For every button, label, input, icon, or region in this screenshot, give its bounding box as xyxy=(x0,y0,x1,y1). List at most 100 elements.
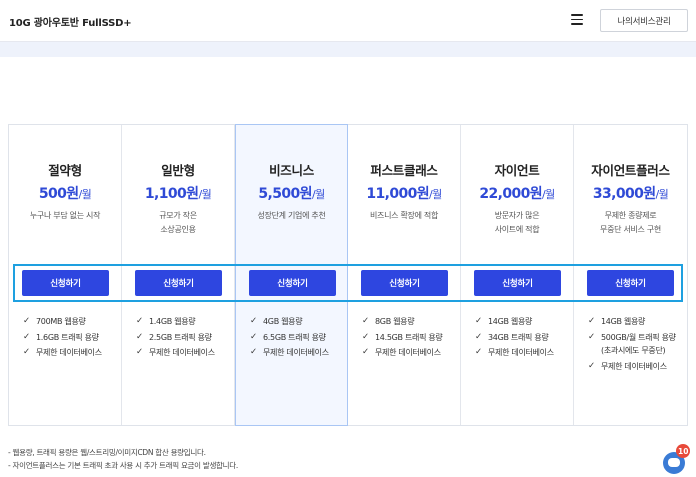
desc-line: 무제한 종량제로 xyxy=(604,211,657,220)
check-icon: ✓ xyxy=(250,331,257,342)
top-header: 10G 광아우토반 FullSSD+ 나의서비스관리 xyxy=(0,0,696,42)
menu-line xyxy=(571,14,583,16)
price-unit: /월 xyxy=(429,188,442,201)
footnote: - 웹용량, 트래픽 용량은 웹/스트리밍/이미지CDN 합산 용량입니다. xyxy=(8,448,206,457)
feature-item: ✓ 2.5GB 트래픽 용량 xyxy=(136,331,228,345)
check-icon: ✓ xyxy=(362,316,369,326)
feature-text: 무제한 데이터베이스 xyxy=(601,361,667,371)
plan-price: 22,000원/월 xyxy=(461,183,573,203)
price-value: 5,500원 xyxy=(258,186,312,202)
feature-text: 8GB 웹용량 xyxy=(375,317,415,326)
feature-text: 14GB 웹용량 xyxy=(488,317,533,326)
feature-item: ✓ 무제한 데이터베이스 xyxy=(588,360,681,374)
plan-description: 누구나 부담 없는 시작 xyxy=(15,209,115,223)
feature-text: 700MB 웹용량 xyxy=(36,317,86,326)
plan-name: 비즈니스 xyxy=(269,163,314,178)
feature-list: ✓ 14GB 웹용량 ✓ 500GB/월 트래픽 용량 (초과시에도 무중단) ✓ 무… xyxy=(588,315,681,375)
header-band xyxy=(0,42,696,57)
feature-list: ✓ 1.4GB 웹용량 ✓ 2.5GB 트래픽 용량 ✓ 무제한 데이터베이스 xyxy=(136,315,228,362)
price-unit: /월 xyxy=(78,188,92,201)
feature-text: 무제한 데이터베이스 xyxy=(263,348,329,357)
plan-name: 자이언트 xyxy=(494,163,540,178)
price-value: 33,000원 xyxy=(592,186,656,202)
plan-card-giant: 자이언트 22,000원/월 방문자가 많은 사이트에 적합 신청하기 ✓ 14G… xyxy=(461,125,574,425)
feature-list: ✓ 4GB 웹용량 ✓ 6.5GB 트래픽 용량 ✓ 무제한 데이터베이스 xyxy=(250,315,341,362)
feature-text: 무제한 데이터베이스 xyxy=(36,348,102,357)
notification-badge: 10 xyxy=(676,444,691,458)
plan-description: 방문자가 많은 사이트에 적합 xyxy=(467,209,567,237)
apply-button[interactable]: 신청하기 xyxy=(249,270,336,296)
plan-name: 절약형 xyxy=(48,163,82,178)
check-icon: ✓ xyxy=(475,347,482,357)
check-icon: ✓ xyxy=(588,331,595,342)
check-icon: ✓ xyxy=(136,316,143,326)
apply-button[interactable]: 신청하기 xyxy=(135,270,222,296)
feature-list: ✓ 8GB 웹용량 ✓ 14.5GB 트래픽 용량 ✓ 무제한 데이터베이스 xyxy=(362,315,454,362)
desc-line: 규모가 작은 xyxy=(159,211,197,220)
check-icon: ✓ xyxy=(475,316,482,326)
feature-item: ✓ 1.4GB 웹용량 xyxy=(136,315,228,329)
chat-bubble-shape xyxy=(668,458,680,467)
apply-button[interactable]: 신청하기 xyxy=(22,270,109,296)
plan-description: 규모가 작은 소상공인용 xyxy=(128,209,228,237)
apply-button[interactable]: 신청하기 xyxy=(474,270,561,296)
plan-card-saving: 절약형 500원/월 누구나 부담 없는 시작 신청하기 ✓ 700MB 웹용량 … xyxy=(9,125,122,425)
check-icon: ✓ xyxy=(362,331,369,342)
menu-line xyxy=(571,23,583,25)
check-icon: ✓ xyxy=(136,347,143,357)
feature-item: ✓ 무제한 데이터베이스 xyxy=(362,346,454,360)
feature-item: ✓ 1.6GB 트래픽 용량 xyxy=(23,331,115,345)
feature-text: 4GB 웹용량 xyxy=(263,317,303,326)
check-icon: ✓ xyxy=(588,316,595,326)
feature-item: ✓ 무제한 데이터베이스 xyxy=(250,346,341,360)
feature-item: ✓ 4GB 웹용량 xyxy=(250,315,341,329)
check-icon: ✓ xyxy=(250,316,257,326)
price-unit: /월 xyxy=(655,188,669,201)
feature-text: 무제한 데이터베이스 xyxy=(149,348,215,357)
my-service-button[interactable]: 나의서비스관리 xyxy=(600,9,688,32)
feature-item: ✓ 8GB 웹용량 xyxy=(362,315,454,329)
apply-button[interactable]: 신청하기 xyxy=(361,270,448,296)
plan-description: 무제한 종량제로 무중단 서비스 구현 xyxy=(580,209,681,237)
feature-text: 1.4GB 웹용량 xyxy=(149,317,196,326)
feature-text: 1.6GB 트래픽 용량 xyxy=(36,332,99,342)
price-unit: /월 xyxy=(542,188,555,201)
footnote: - 자이언트플러스는 기본 트래픽 초과 사용 시 추가 트래픽 요금이 발생합… xyxy=(8,460,238,470)
hamburger-menu-icon[interactable] xyxy=(571,14,583,25)
feature-list: ✓ 14GB 웹용량 ✓ 34GB 트래픽 용량 ✓ 무제한 데이터베이스 xyxy=(475,315,567,362)
check-icon: ✓ xyxy=(23,331,30,342)
plan-price: 33,000원/월 xyxy=(574,183,687,203)
feature-item: ✓ 6.5GB 트래픽 용량 xyxy=(250,331,341,345)
feature-text: 무제한 데이터베이스 xyxy=(375,348,441,357)
plan-table: 절약형 500원/월 누구나 부담 없는 시작 신청하기 ✓ 700MB 웹용량 … xyxy=(8,124,688,426)
feature-item: ✓ 무제한 데이터베이스 xyxy=(136,346,228,360)
check-icon: ✓ xyxy=(362,347,369,357)
plan-card-standard: 일반형 1,100원/월 규모가 작은 소상공인용 신청하기 ✓ 1.4GB 웹용… xyxy=(122,125,235,425)
check-icon: ✓ xyxy=(475,331,482,342)
feature-text: 14.5GB 트래픽 용량 xyxy=(375,332,443,342)
feature-text: 2.5GB 트래픽 용량 xyxy=(149,332,212,342)
check-icon: ✓ xyxy=(23,316,30,326)
price-unit: /월 xyxy=(198,188,212,201)
price-value: 1,100원 xyxy=(144,186,199,202)
check-icon: ✓ xyxy=(588,360,595,371)
feature-item: ✓ 34GB 트래픽 용량 xyxy=(475,331,567,345)
feature-text: 34GB 트래픽 용량 xyxy=(488,332,549,342)
feature-item: ✓ 무제한 데이터베이스 xyxy=(23,346,115,360)
check-icon: ✓ xyxy=(136,331,143,342)
apply-button[interactable]: 신청하기 xyxy=(587,270,674,296)
price-value: 11,000원 xyxy=(366,186,430,202)
feature-list: ✓ 700MB 웹용량 ✓ 1.6GB 트래픽 용량 ✓ 무제한 데이터베이스 xyxy=(23,315,115,362)
plan-card-firstclass: 퍼스트클래스 11,000원/월 비즈니스 확장에 적합 신청하기 ✓ 8GB 웹… xyxy=(348,125,461,425)
plan-description: 성장단계 기업에 추천 xyxy=(242,209,341,223)
plan-price: 11,000원/월 xyxy=(348,183,460,203)
feature-text: 14GB 웹용량 xyxy=(601,317,646,326)
check-icon: ✓ xyxy=(250,347,257,357)
price-value: 500원 xyxy=(38,186,79,202)
feature-text: 6.5GB 트래픽 용량 xyxy=(263,332,326,342)
desc-line: 성장단계 기업에 추천 xyxy=(257,211,326,220)
feature-item: ✓ 14GB 웹용량 xyxy=(475,315,567,329)
plan-card-giant-plus: 자이언트플러스 33,000원/월 무제한 종량제로 무중단 서비스 구현 신청… xyxy=(574,125,687,425)
plan-price: 500원/월 xyxy=(9,183,121,203)
desc-line: 누구나 부담 없는 시작 xyxy=(29,211,101,220)
